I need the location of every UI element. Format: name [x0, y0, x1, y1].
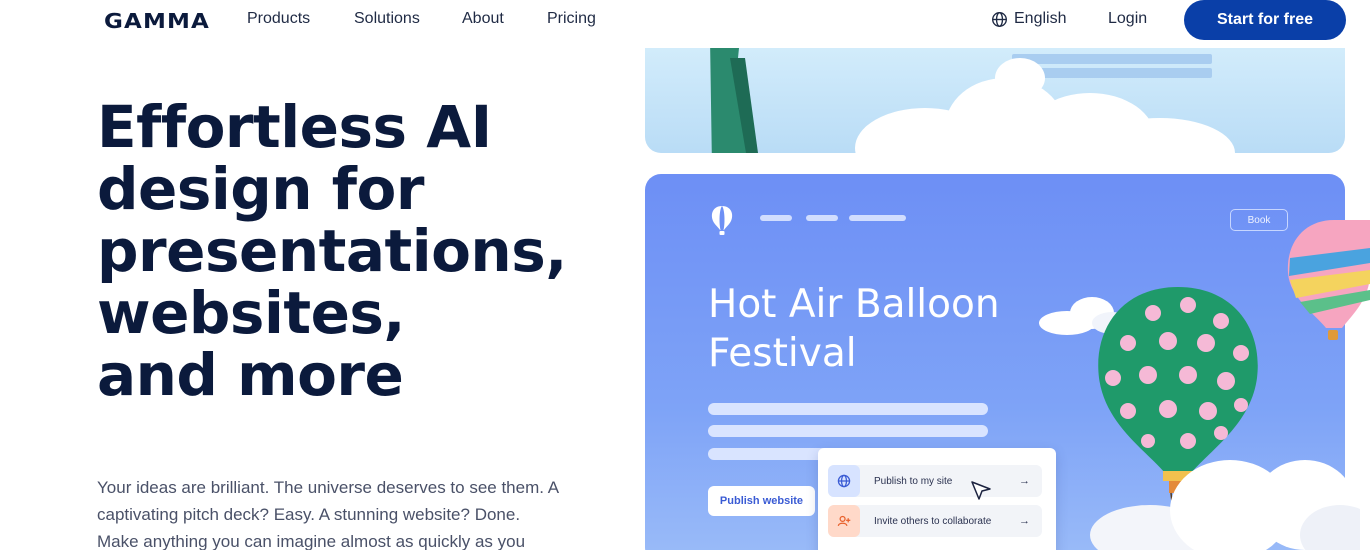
headline-line: presentations,: [97, 217, 567, 285]
headline-line: websites,: [97, 279, 405, 347]
subtext-line: Your ideas are brilliant. The universe d…: [97, 478, 560, 497]
option-label: Invite others to collaborate: [874, 515, 992, 527]
mouse-cursor-icon: [971, 481, 991, 500]
option-label: Publish to my site: [874, 475, 953, 487]
gamma-logo[interactable]: GAMMA: [104, 9, 210, 33]
nav-placeholder-bar: [760, 215, 792, 221]
preview-title: Hot Air Balloon Festival: [708, 280, 1000, 378]
language-selector[interactable]: English: [991, 10, 1066, 28]
headline-line: Effortless AI: [97, 93, 492, 161]
publish-website-button[interactable]: Publish website: [708, 486, 815, 516]
hot-air-balloon-illustration: [1287, 220, 1370, 340]
login-link[interactable]: Login: [1108, 10, 1147, 28]
top-nav: GAMMA Products Solutions About Pricing E…: [0, 0, 1370, 44]
preview-title-line: Festival: [708, 331, 857, 376]
nav-link-about[interactable]: About: [462, 10, 504, 28]
language-label: English: [1014, 10, 1067, 27]
subtext-line: captivating pitch deck? Easy. A stunning…: [97, 505, 521, 524]
nav-placeholder-bar: [806, 215, 838, 221]
placeholder-bar: [1012, 54, 1212, 64]
cloud-illustration: [995, 58, 1045, 98]
text-placeholder-line: [708, 403, 988, 415]
globe-icon: [992, 11, 1007, 27]
hero-subtext: Your ideas are brilliant. The universe d…: [97, 474, 617, 550]
arrow-right-icon: →: [1019, 475, 1030, 487]
headline-line: design for: [97, 155, 424, 223]
balloon-logo-icon: [711, 206, 733, 235]
preview-title-line: Hot Air Balloon: [708, 282, 1000, 327]
nav-placeholder-bar: [849, 215, 906, 221]
text-placeholder-line: [708, 448, 828, 460]
cloud-illustration: [1090, 460, 1360, 550]
globe-icon: [828, 465, 860, 497]
subtext-line: Make anything you can imagine almost as …: [97, 532, 526, 550]
book-button[interactable]: Book: [1230, 209, 1288, 231]
start-for-free-button[interactable]: Start for free: [1184, 0, 1346, 40]
text-placeholder-line: [708, 425, 988, 437]
headline-line: and more: [97, 341, 404, 409]
add-user-icon: [828, 505, 860, 537]
nav-link-products[interactable]: Products: [247, 10, 310, 28]
invite-collaborate-option[interactable]: Invite others to collaborate →: [828, 505, 1042, 537]
nav-link-solutions[interactable]: Solutions: [354, 10, 420, 28]
publish-to-site-option[interactable]: Publish to my site →: [828, 465, 1042, 497]
preview-card-top: [645, 48, 1345, 153]
publish-popup: Publish to my site → Invite others to co…: [818, 448, 1056, 550]
tower-illustration: [710, 48, 758, 153]
arrow-right-icon: →: [1019, 515, 1030, 527]
nav-link-pricing[interactable]: Pricing: [547, 10, 596, 28]
hero-headline: Effortless AI design for presentations, …: [97, 96, 617, 406]
